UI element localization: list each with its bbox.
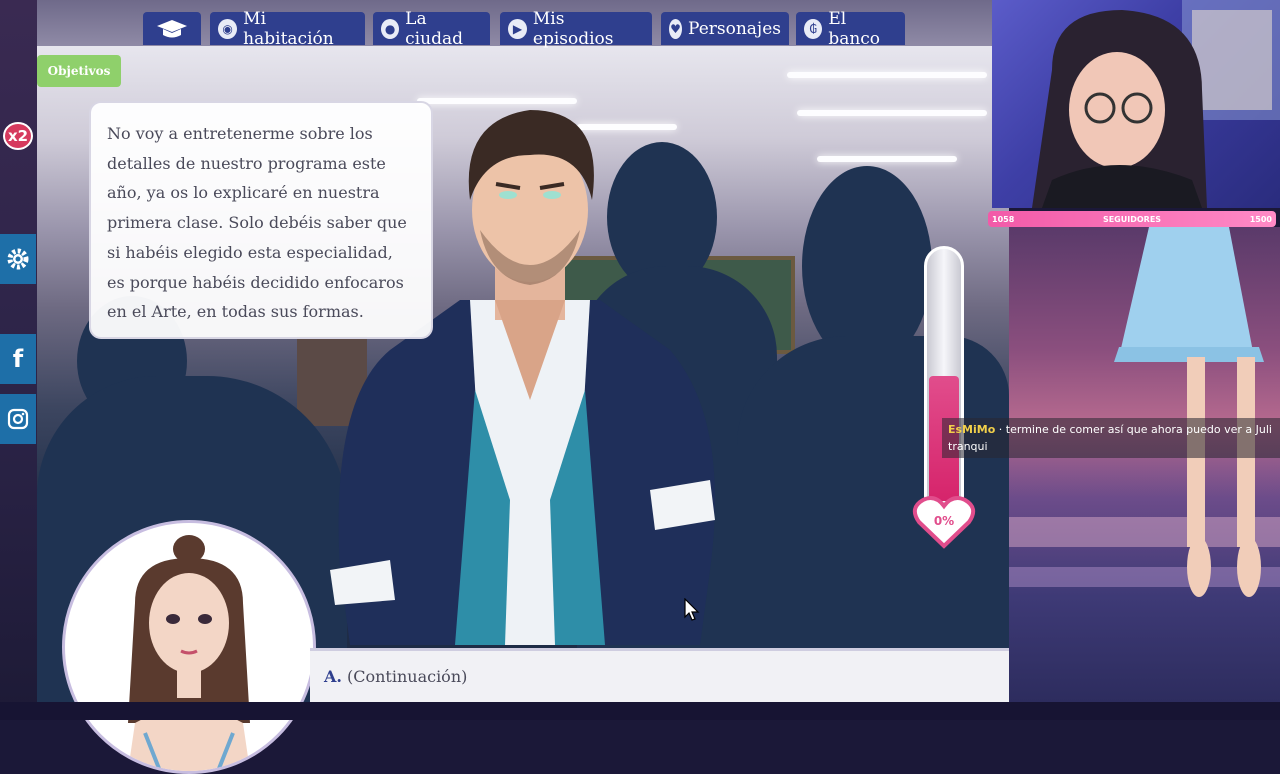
x2-label: x2 [2, 122, 34, 150]
follower-count: 1058 [992, 214, 1015, 224]
map-pin-icon: ● [381, 18, 400, 39]
chat-username: EsMiMo [948, 423, 996, 436]
objectives-button[interactable]: Objetivos [37, 55, 121, 87]
instagram-icon [7, 408, 29, 430]
mouse-cursor-icon [684, 598, 700, 621]
nav-la-ciudad[interactable]: ● La ciudad [373, 9, 490, 49]
ceiling-light [817, 156, 957, 162]
follower-goal-bar: 1058 SEGUIDORES 1500 [988, 211, 1276, 227]
settings-button[interactable] [0, 234, 36, 284]
webcam-overlay [992, 0, 1280, 208]
academy-button[interactable] [143, 12, 201, 45]
top-navigation: ◉ Mi habitación ● La ciudad ▶ Mis episod… [0, 0, 1009, 49]
avatar [128, 535, 250, 771]
nav-label: Mis episodios [532, 8, 614, 49]
play-icon: ▶ [508, 18, 527, 39]
bottom-edge [0, 702, 1280, 720]
heart-icon: ♥ [669, 18, 683, 39]
follower-goal: 1500 [1249, 214, 1272, 224]
ceiling-light [797, 110, 987, 116]
nav-label: El banco [828, 8, 881, 49]
dialog-box: No voy a entretenerme sobre los detalles… [89, 101, 433, 339]
chat-text: termine de comer así que ahora puedo ver… [948, 423, 1272, 453]
nav-personajes[interactable]: ♥ Personajes [661, 12, 789, 45]
dialog-text: No voy a entretenerme sobre los detalles… [107, 124, 407, 322]
objectives-label: Objetivos [47, 64, 111, 78]
follower-label: SEGUIDORES [1102, 214, 1162, 224]
nav-label: La ciudad [405, 8, 463, 49]
gear-icon [7, 248, 29, 270]
bank-icon: ₲ [804, 18, 823, 39]
nav-mis-episodios[interactable]: ▶ Mis episodios [500, 9, 652, 49]
chat-separator: · [998, 423, 1006, 436]
nav-label: Mi habitación [243, 8, 334, 49]
streamer-webcam [1032, 0, 1280, 208]
standing-character [1009, 227, 1280, 597]
nav-mi-habitacion[interactable]: ◉ Mi habitación [210, 9, 365, 49]
x2-badge[interactable]: x2 [0, 116, 36, 156]
ceiling-light [787, 72, 987, 78]
love-meter: 0% [912, 246, 976, 549]
choice-letter: A. [324, 667, 342, 686]
graduation-cap-icon [157, 19, 187, 37]
player-portrait [62, 520, 316, 774]
instagram-button[interactable] [0, 394, 36, 444]
facebook-button[interactable]: f [0, 334, 36, 384]
facebook-icon: f [12, 345, 24, 373]
side-scene [1009, 227, 1280, 720]
compass-icon: ◉ [218, 18, 238, 39]
choice-option-a[interactable]: A. (Continuación) [310, 648, 1009, 702]
choice-text: (Continuación) [346, 667, 468, 686]
meter-percent: 0% [933, 514, 955, 528]
nav-el-banco[interactable]: ₲ El banco [796, 9, 905, 49]
nav-label: Personajes [688, 18, 781, 39]
chat-message: EsMiMo · termine de comer así que ahora … [942, 418, 1280, 458]
